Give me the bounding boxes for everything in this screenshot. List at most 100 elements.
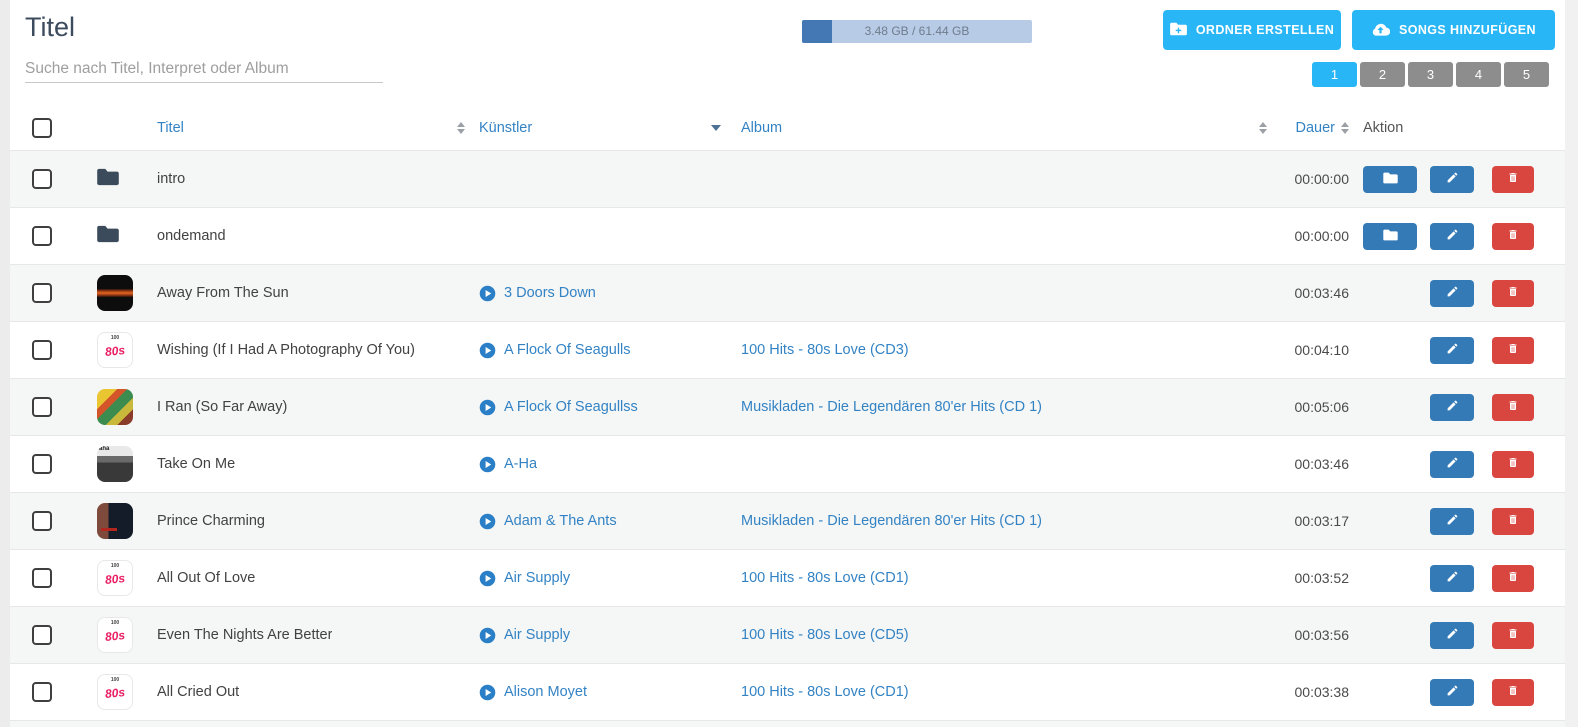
- table-row: I Ran (So Far Away) A Flock Of Seagullss…: [10, 378, 1565, 435]
- delete-button[interactable]: [1492, 451, 1534, 478]
- row-checkbox[interactable]: [32, 682, 52, 702]
- row-title-cell: Even The Nights Are Better: [157, 627, 479, 643]
- edit-button[interactable]: [1430, 565, 1474, 592]
- play-circle-icon[interactable]: [479, 285, 496, 302]
- storage-usage-bar: 3.48 GB / 61.44 GB: [802, 20, 1032, 43]
- pencil-icon: [1446, 171, 1459, 187]
- column-header-title[interactable]: Titel: [157, 120, 479, 136]
- page-button-2[interactable]: 2: [1360, 62, 1405, 87]
- track-duration: 00:03:17: [1295, 513, 1350, 529]
- column-header-artist[interactable]: Künstler: [479, 120, 741, 136]
- delete-button[interactable]: [1492, 166, 1534, 193]
- storage-usage-label: 3.48 GB / 61.44 GB: [802, 20, 1032, 43]
- row-thumb-cell: [97, 168, 157, 191]
- row-checkbox[interactable]: [32, 169, 52, 189]
- play-circle-icon[interactable]: [479, 513, 496, 530]
- play-circle-icon[interactable]: [479, 627, 496, 644]
- page-button-1[interactable]: 1: [1312, 62, 1357, 87]
- artist-link[interactable]: Air Supply: [504, 627, 570, 643]
- page-button-5[interactable]: 5: [1504, 62, 1549, 87]
- row-checkbox[interactable]: [32, 226, 52, 246]
- artist-link[interactable]: A Flock Of Seagulls: [504, 342, 631, 358]
- page-button-3[interactable]: 3: [1408, 62, 1453, 87]
- row-thumb-cell: [97, 225, 157, 248]
- row-duration-cell: 00:03:52: [1269, 570, 1357, 586]
- row-title-cell: Wishing (If I Had A Photography Of You): [157, 342, 479, 358]
- row-album-cell: 100 Hits - 80s Love (CD5): [741, 627, 1269, 643]
- track-title: I Ran (So Far Away): [157, 399, 287, 415]
- album-link[interactable]: 100 Hits - 80s Love (CD1): [741, 570, 909, 586]
- row-checkbox[interactable]: [32, 625, 52, 645]
- edit-button[interactable]: [1430, 508, 1474, 535]
- track-duration: 00:00:00: [1295, 228, 1350, 244]
- delete-button[interactable]: [1492, 337, 1534, 364]
- delete-button[interactable]: [1492, 394, 1534, 421]
- column-header-duration[interactable]: Dauer: [1269, 120, 1357, 136]
- album-link[interactable]: 100 Hits - 80s Love (CD5): [741, 627, 909, 643]
- column-header-album-label: Album: [741, 120, 782, 136]
- track-title: Even The Nights Are Better: [157, 627, 332, 643]
- play-circle-icon[interactable]: [479, 342, 496, 359]
- album-link[interactable]: Musikladen - Die Legendären 80'er Hits (…: [741, 513, 1042, 529]
- row-title-cell: I Ran (So Far Away): [157, 399, 479, 415]
- row-checkbox[interactable]: [32, 283, 52, 303]
- album-link[interactable]: Musikladen - Die Legendären 80'er Hits (…: [741, 399, 1042, 415]
- delete-button[interactable]: [1492, 622, 1534, 649]
- delete-button[interactable]: [1492, 223, 1534, 250]
- create-folder-button[interactable]: ORDNER ERSTELLEN: [1163, 10, 1341, 50]
- row-action-cell: [1357, 508, 1565, 535]
- trash-icon: [1507, 171, 1519, 187]
- row-checkbox[interactable]: [32, 511, 52, 531]
- row-checkbox[interactable]: [32, 454, 52, 474]
- add-songs-button[interactable]: SONGS HINZUFÜGEN: [1352, 10, 1555, 50]
- row-checkbox[interactable]: [32, 397, 52, 417]
- row-album-cell: 100 Hits - 80s Love (CD1): [741, 684, 1269, 700]
- folder-icon: [1383, 172, 1398, 187]
- row-duration-cell: 00:05:06: [1269, 399, 1357, 415]
- row-action-cell: [1357, 451, 1565, 478]
- column-header-album[interactable]: Album: [741, 120, 1269, 136]
- row-checkbox[interactable]: [32, 340, 52, 360]
- delete-button[interactable]: [1492, 508, 1534, 535]
- album-link[interactable]: 100 Hits - 80s Love (CD1): [741, 684, 909, 700]
- edit-button[interactable]: [1430, 280, 1474, 307]
- artist-link[interactable]: Adam & The Ants: [504, 513, 617, 529]
- play-circle-icon[interactable]: [479, 684, 496, 701]
- artist-link[interactable]: A Flock Of Seagullss: [504, 399, 638, 415]
- table-row: Take On Me A-Ha 00:03:46: [10, 435, 1565, 492]
- delete-button[interactable]: [1492, 679, 1534, 706]
- artist-link[interactable]: Air Supply: [504, 570, 570, 586]
- trash-icon: [1507, 228, 1519, 244]
- delete-button[interactable]: [1492, 565, 1534, 592]
- edit-button[interactable]: [1430, 679, 1474, 706]
- album-art: [97, 503, 133, 539]
- artist-link[interactable]: Alison Moyet: [504, 684, 587, 700]
- artist-link[interactable]: A-Ha: [504, 456, 537, 472]
- row-checkbox[interactable]: [32, 568, 52, 588]
- row-duration-cell: 00:03:46: [1269, 456, 1357, 472]
- row-title-cell: Away From The Sun: [157, 285, 479, 301]
- edit-button[interactable]: [1430, 622, 1474, 649]
- search-input[interactable]: [25, 55, 383, 83]
- sort-arrows-icon: [457, 122, 465, 134]
- row-title-cell: ondemand: [157, 228, 479, 244]
- row-duration-cell: 00:03:56: [1269, 627, 1357, 643]
- edit-button[interactable]: [1430, 451, 1474, 478]
- edit-button[interactable]: [1430, 223, 1474, 250]
- album-link[interactable]: 100 Hits - 80s Love (CD3): [741, 342, 909, 358]
- edit-button[interactable]: [1430, 166, 1474, 193]
- page-button-4[interactable]: 4: [1456, 62, 1501, 87]
- artist-link[interactable]: 3 Doors Down: [504, 285, 596, 301]
- delete-button[interactable]: [1492, 280, 1534, 307]
- album-art: [97, 560, 133, 596]
- open-folder-button[interactable]: [1363, 223, 1417, 250]
- open-folder-button[interactable]: [1363, 166, 1417, 193]
- edit-button[interactable]: [1430, 394, 1474, 421]
- play-circle-icon[interactable]: [479, 399, 496, 416]
- play-circle-icon[interactable]: [479, 456, 496, 473]
- row-select-cell: [32, 283, 97, 303]
- select-all-checkbox[interactable]: [32, 118, 52, 138]
- edit-button[interactable]: [1430, 337, 1474, 364]
- trash-icon: [1507, 399, 1519, 415]
- play-circle-icon[interactable]: [479, 570, 496, 587]
